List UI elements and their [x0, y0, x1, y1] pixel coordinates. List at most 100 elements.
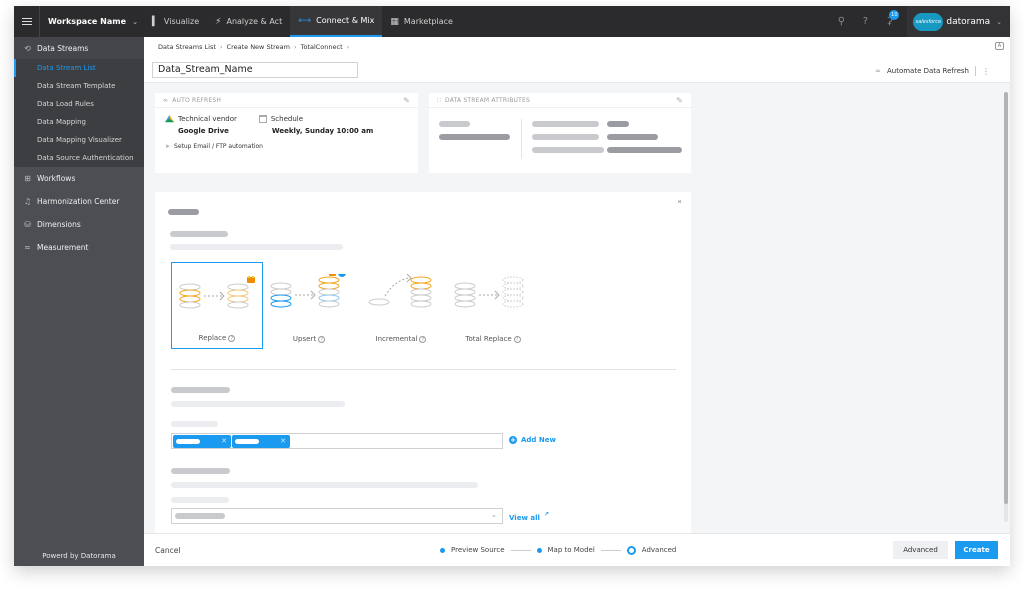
data-streams-submenu: Data Stream List Data Stream Template Da… [14, 59, 144, 167]
search-icon[interactable]: ⚲ [829, 16, 853, 27]
tags-input[interactable]: ✕ ✕ [171, 433, 503, 449]
edit-pencil-icon[interactable]: ✎ [403, 96, 410, 105]
hamburger-icon [21, 20, 32, 23]
schedule-value: Weekly, Sunday 10:00 am [271, 127, 374, 135]
create-button[interactable]: Create [955, 541, 998, 559]
sidebar-section-data-streams[interactable]: ⟲ Data Streams [14, 37, 144, 59]
step-dot [536, 547, 542, 553]
ftp-label: Setup Email / FTP automation [174, 143, 263, 150]
bar-chart-icon: ▍​ [152, 16, 159, 27]
load-option-total-replace[interactable]: Total Replace? [447, 262, 539, 349]
placeholder-bar [607, 147, 682, 153]
breadcrumb-item[interactable]: Create New Stream [227, 43, 290, 51]
replace-illustration [179, 275, 255, 309]
remove-tag-icon[interactable]: ✕ [280, 437, 286, 445]
nav-visualize[interactable]: ▍​ Visualize [144, 6, 207, 37]
workspace-selector[interactable]: Workspace Name ⌄ [40, 6, 144, 37]
help-circle-icon[interactable]: ? [419, 336, 427, 343]
top-right-controls: ⚲ ? ⚳ 10 salesforce datorama ⌄ [829, 6, 1010, 37]
grid-icon: ▦ [390, 16, 399, 27]
workspace-name: Workspace Name [48, 17, 126, 26]
data-stream-attributes-card: ∷ DATA STREAM ATTRIBUTES ✎ [429, 93, 691, 173]
nav-label: Visualize [163, 17, 200, 26]
help-circle-icon[interactable]: ? [318, 336, 326, 343]
sidebar-item-data-mapping-visualizer[interactable]: Data Mapping Visualizer [14, 131, 144, 149]
sidebar-section-label: Measurement [37, 243, 89, 252]
nav-connect-mix[interactable]: ⟷ Connect & Mix [290, 6, 383, 37]
placeholder-bar [439, 134, 510, 140]
sidebar-item-data-stream-list[interactable]: Data Stream List [14, 59, 144, 77]
top-navigation-bar: Workspace Name ⌄ ▍​ Visualize ⚡︎ Analyze… [14, 6, 1010, 37]
sidebar-item-data-load-rules[interactable]: Data Load Rules [14, 95, 144, 113]
step-map-to-model[interactable]: Map to Model [548, 546, 595, 554]
stream-name-input[interactable]: Data_Stream_Name [152, 62, 358, 78]
help-icon[interactable]: ? [853, 16, 877, 27]
menu-button[interactable] [14, 6, 40, 37]
nav-analyze-act[interactable]: ⚡︎ Analyze & Act [207, 6, 290, 37]
scrollbar-thumb[interactable] [1004, 92, 1008, 504]
remove-tag-icon[interactable]: ✕ [221, 437, 227, 445]
keyboard-icon[interactable]: A [995, 42, 1004, 50]
sidebar-section-harmonization-center[interactable]: ♫ Harmonization Center [14, 190, 144, 213]
card-header: ∷ DATA STREAM ATTRIBUTES ✎ [429, 93, 691, 108]
sidebar-section-workflows[interactable]: ⊞ Workflows [14, 167, 144, 190]
nav-marketplace[interactable]: ▦ Marketplace [382, 6, 461, 37]
breadcrumb-item[interactable]: TotalConnect [301, 43, 343, 51]
sidebar-item-data-stream-template[interactable]: Data Stream Template [14, 77, 144, 95]
card-title: DATA STREAM ATTRIBUTES [445, 96, 530, 104]
chevron-right-icon: › [293, 43, 297, 51]
card-title: AUTO REFRESH [172, 96, 222, 104]
placeholder-bar [607, 134, 658, 140]
add-new-button[interactable]: + Add New [509, 436, 556, 444]
account-menu[interactable]: salesforce datorama ⌄ [907, 6, 1010, 37]
cancel-button[interactable]: Cancel [155, 546, 180, 555]
step-connector [510, 549, 531, 551]
sidebar-section-label: Harmonization Center [37, 197, 120, 206]
collapse-icon[interactable]: ⌄ ⌃ [676, 196, 683, 209]
external-link-icon: ↗ [543, 511, 549, 518]
edit-pencil-icon[interactable]: ✎ [676, 96, 683, 105]
placeholder-bar [170, 231, 228, 237]
step-advanced[interactable]: Advanced [642, 546, 677, 554]
placeholder-bar [171, 482, 478, 488]
dropdown-select[interactable]: ⌄ [171, 508, 503, 524]
help-circle-icon[interactable]: ? [228, 335, 236, 342]
divider [521, 119, 522, 159]
sidebar-item-data-source-authentication[interactable]: Data Source Authentication [14, 149, 144, 167]
help-circle-icon[interactable]: ? [513, 336, 521, 343]
schedule: Schedule Weekly, Sunday 10:00 am [258, 115, 374, 135]
connect-icon: ⟷ [298, 15, 312, 26]
placeholder-bar [439, 121, 470, 127]
advanced-button[interactable]: Advanced [893, 541, 948, 559]
sidebar-section-dimensions[interactable]: ⛁ Dimensions [14, 213, 144, 236]
more-options-icon[interactable]: ⋮ [982, 67, 990, 76]
option-label: Incremental [375, 335, 418, 343]
view-all-link[interactable]: View all ↗ [509, 511, 549, 522]
automate-data-refresh: ∞ Automate Data Refresh ⋮ [875, 66, 990, 76]
load-option-incremental[interactable]: Incremental? [355, 262, 447, 349]
sidebar-section-measurement[interactable]: ≈ Measurement [14, 236, 144, 259]
placeholder-bar [532, 134, 599, 140]
vendor-value: Google Drive [178, 127, 229, 135]
tag-chip: ✕ [173, 434, 231, 448]
breadcrumb: Data Streams List › Create New Stream › … [158, 43, 349, 51]
sidebar-item-data-mapping[interactable]: Data Mapping [14, 113, 144, 131]
load-option-replace[interactable]: Replace? [171, 262, 263, 349]
automate-data-refresh-button[interactable]: Automate Data Refresh [887, 67, 969, 75]
vertical-scrollbar[interactable] [1004, 92, 1008, 522]
placeholder-bar [171, 468, 230, 474]
plus-circle-icon: + [509, 436, 517, 444]
nav-label: Marketplace [403, 17, 453, 26]
setup-email-ftp-link[interactable]: ➤ Setup Email / FTP automation [165, 143, 408, 150]
notifications-button[interactable]: ⚳ 10 [877, 10, 901, 27]
sidebar-section-label: Data Streams [37, 43, 89, 53]
lightning-icon: ⚡︎ [215, 16, 222, 27]
sidebar: ⟲ Data Streams Data Stream List Data Str… [14, 37, 144, 566]
breadcrumb-item[interactable]: Data Streams List [158, 43, 216, 51]
google-drive-icon [165, 115, 174, 123]
sidebar-section-label: Workflows [37, 174, 76, 183]
load-option-upsert[interactable]: Upsert? [263, 262, 355, 349]
brand-name: datorama [946, 16, 991, 27]
card-header: ∞ AUTO REFRESH ✎ [155, 93, 418, 108]
step-preview-source[interactable]: Preview Source [451, 546, 505, 554]
